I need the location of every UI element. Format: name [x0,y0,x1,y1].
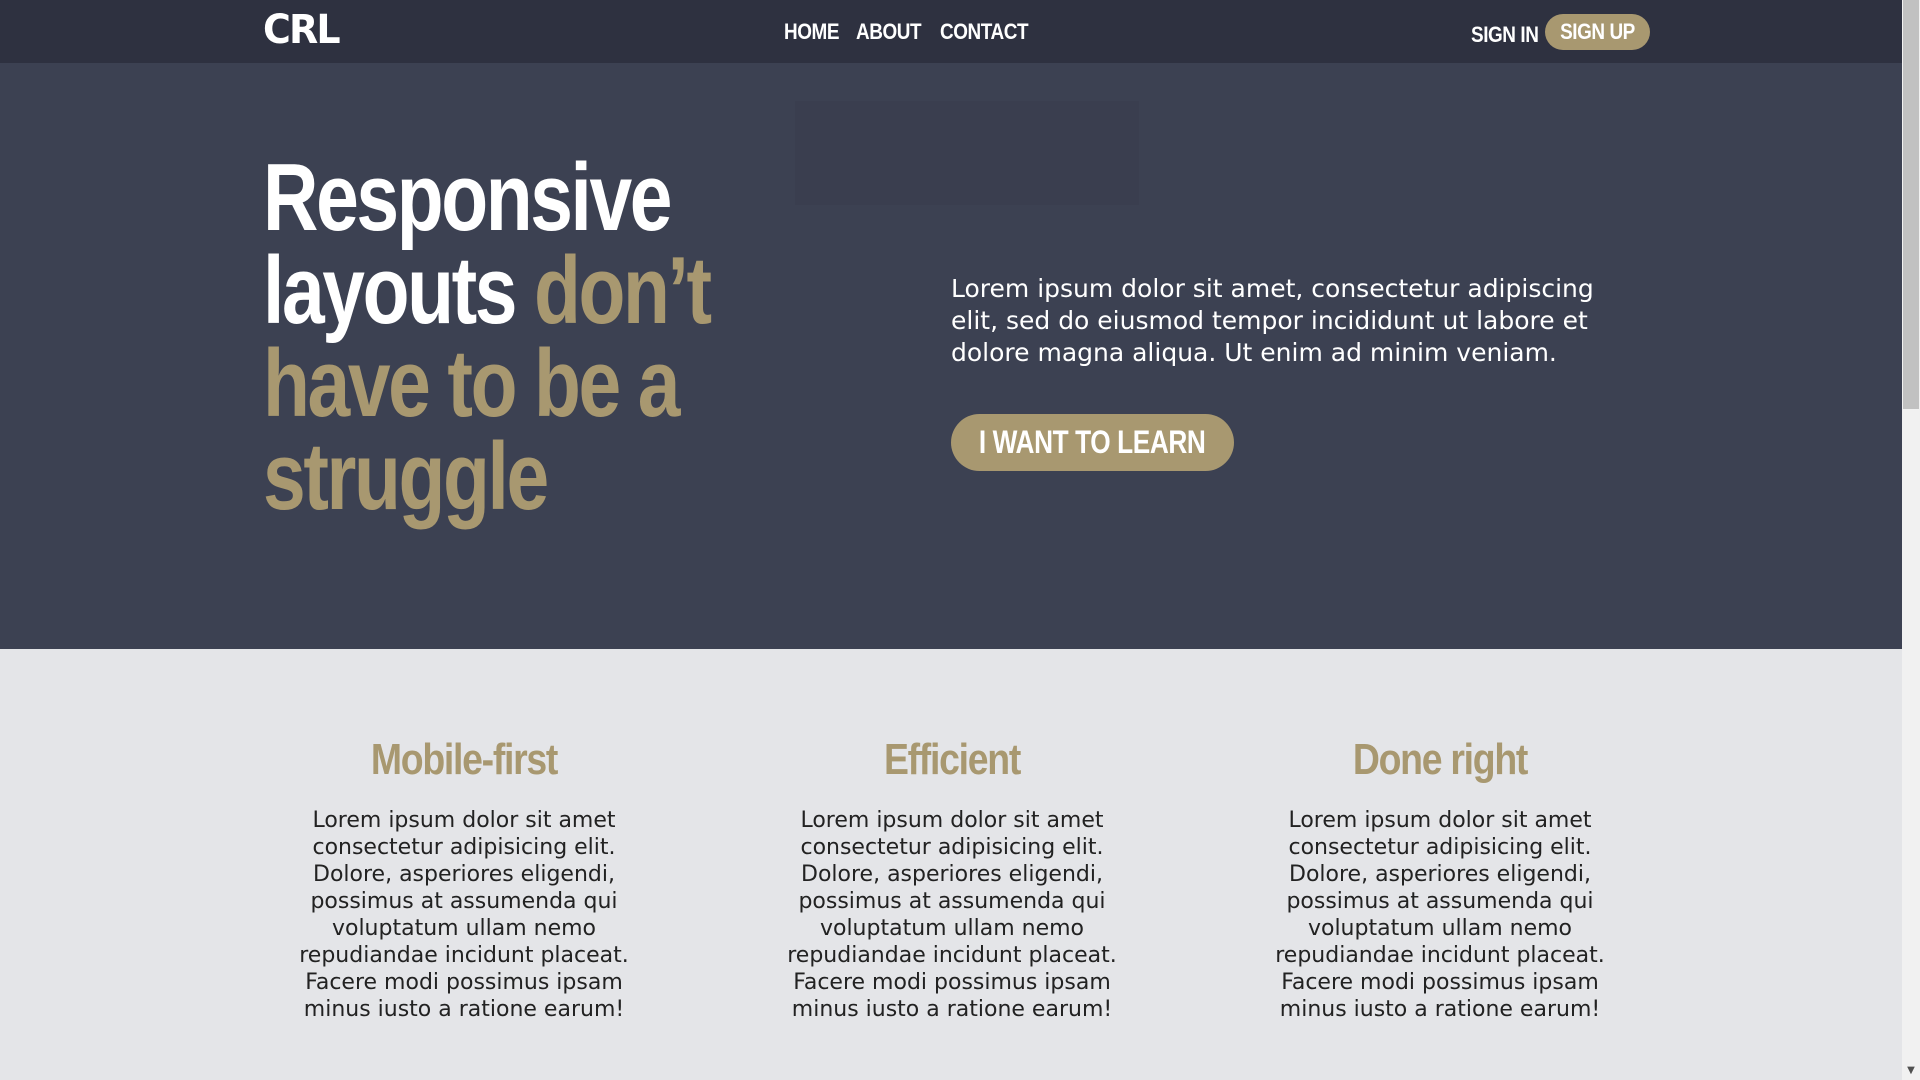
page: CRL HOME ABOUT CONTACT SIGN IN SIGN UP R… [0,0,1902,1080]
scrollbar-thumb[interactable] [1903,0,1919,409]
sign-in-link[interactable]: SIGN IN [1471,22,1539,48]
site-header: CRL HOME ABOUT CONTACT SIGN IN SIGN UP [0,0,1902,63]
chevron-down-icon[interactable]: ▼ [1902,1064,1920,1078]
auth-links: SIGN IN SIGN UP [1471,14,1651,50]
sign-up-label: SIGN UP [1560,19,1636,44]
feature-done-right: Done right Lorem ipsum dolor sit amet co… [1270,735,1610,1023]
sign-up-button[interactable]: SIGN UP [1545,14,1651,50]
feature-title: Mobile-first [370,735,559,784]
feature-text: Lorem ipsum dolor sit amet consectetur a… [299,808,629,1022]
nav-link-contact[interactable]: CONTACT [940,19,1029,45]
nav-link-home[interactable]: HOME [784,19,839,45]
feature-title: Efficient [883,735,1021,784]
vertical-scrollbar[interactable]: ▼ [1902,0,1920,1080]
learn-button-label: I WANT TO LEARN [979,424,1206,460]
feature-text: Lorem ipsum dolor sit amet consectetur a… [787,808,1117,1022]
features-section: Mobile-first Lorem ipsum dolor sit amet … [0,649,1902,1080]
learn-button[interactable]: I WANT TO LEARN [951,414,1234,471]
feature-title: Done right [1352,735,1529,784]
feature-mobile-first: Mobile-first Lorem ipsum dolor sit amet … [294,735,634,1023]
hero-title: Responsive layouts don’t have to be a st… [263,150,712,525]
nav-link-about[interactable]: ABOUT [856,19,922,45]
hero-section: Responsive layouts don’t have to be a st… [0,63,1902,649]
feature-text: Lorem ipsum dolor sit amet consectetur a… [1275,808,1605,1022]
main-nav: HOME ABOUT CONTACT [784,19,1032,45]
nav-dropdown-shadow [795,101,1139,205]
logo[interactable]: CRL [263,7,341,53]
hero-description: Lorem ipsum dolor sit amet, consectetur … [951,274,1594,367]
feature-efficient: Efficient Lorem ipsum dolor sit amet con… [782,735,1122,1023]
